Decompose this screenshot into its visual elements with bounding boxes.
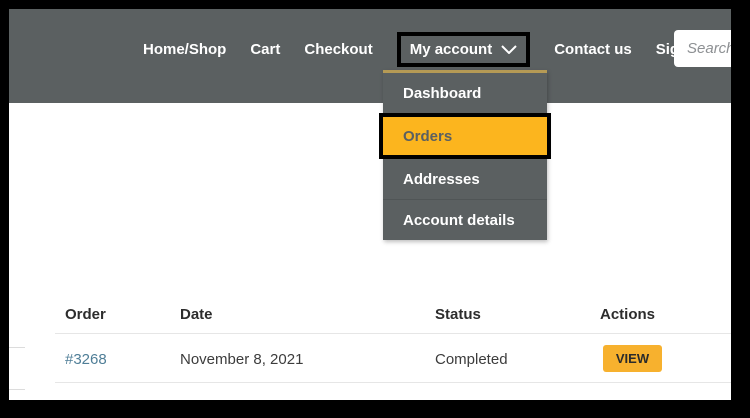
dropdown-item-dashboard[interactable]: Dashboard [383, 73, 547, 113]
column-header-order: Order [65, 306, 106, 323]
cropped-left-divider [9, 347, 25, 348]
chevron-down-icon [501, 45, 517, 54]
nav-menu: Home/Shop Cart Checkout My account Conta… [143, 31, 716, 67]
my-account-dropdown: Dashboard Orders Addresses Account detai… [383, 70, 547, 240]
cropped-left-divider [9, 389, 25, 390]
screenshot-frame: Home/Shop Cart Checkout My account Conta… [0, 0, 750, 418]
order-date-cell: November 8, 2021 [180, 351, 303, 368]
nav-item-cart[interactable]: Cart [250, 41, 280, 58]
order-number-link[interactable]: #3268 [65, 351, 107, 368]
view-order-button[interactable]: VIEW [603, 345, 662, 372]
page: Home/Shop Cart Checkout My account Conta… [9, 9, 731, 400]
column-header-date: Date [180, 306, 213, 323]
search-input[interactable] [674, 30, 731, 67]
dropdown-item-account-details[interactable]: Account details [383, 199, 547, 240]
column-header-status: Status [435, 306, 481, 323]
nav-item-checkout[interactable]: Checkout [304, 41, 372, 58]
dropdown-item-orders[interactable]: Orders [379, 113, 551, 159]
nav-item-my-account-label: My account [410, 41, 493, 58]
order-status-cell: Completed [435, 351, 508, 368]
table-row-divider [55, 382, 731, 383]
column-header-actions: Actions [600, 306, 655, 323]
top-navbar: Home/Shop Cart Checkout My account Conta… [9, 9, 731, 103]
dropdown-item-addresses[interactable]: Addresses [383, 159, 547, 199]
table-header-divider [55, 333, 731, 334]
nav-item-home-shop[interactable]: Home/Shop [143, 41, 226, 58]
nav-item-contact-us[interactable]: Contact us [554, 41, 632, 58]
nav-item-my-account[interactable]: My account [397, 32, 531, 67]
